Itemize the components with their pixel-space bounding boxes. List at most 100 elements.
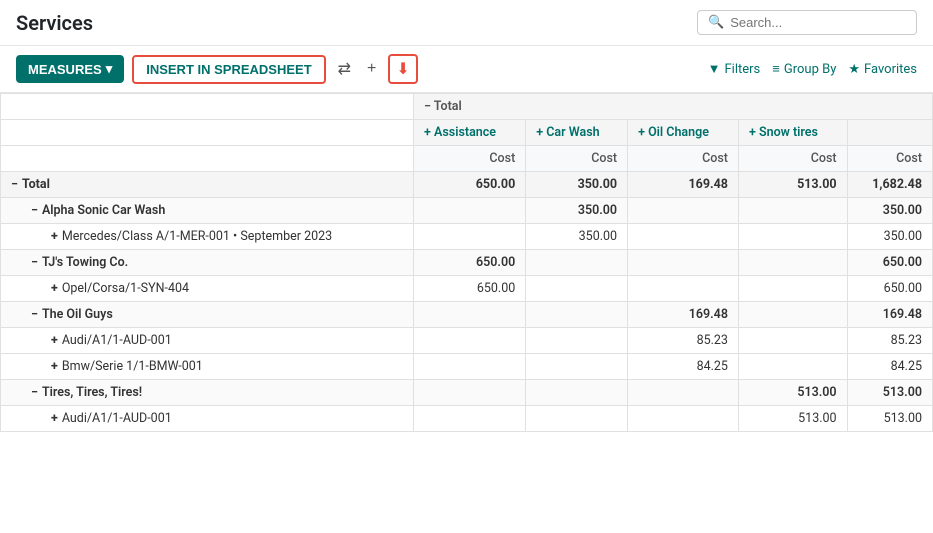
- page-header: Services 🔍: [0, 0, 933, 46]
- snowtires-value: [738, 302, 847, 328]
- oilchange-value: [628, 198, 739, 224]
- pivot-table: − Total + Assistance + Car Wash + Oil Ch…: [0, 93, 933, 432]
- download-icon[interactable]: ⬇: [388, 54, 417, 84]
- row-label: +Audi/A1/1-AUD-001: [1, 328, 414, 354]
- minus-total-icon: −: [424, 99, 431, 114]
- total-value: 84.25: [847, 354, 932, 380]
- filters-button[interactable]: ▼ Filters: [708, 61, 761, 77]
- oilchange-value: [628, 380, 739, 406]
- table-row: +Audi/A1/1-AUD-001 85.23 85.23: [1, 328, 933, 354]
- minus-icon[interactable]: −: [31, 255, 38, 270]
- total-value: 350.00: [847, 198, 932, 224]
- oilchange-value: [628, 250, 739, 276]
- snowtires-value: [738, 224, 847, 250]
- plus-icon[interactable]: +: [51, 411, 58, 426]
- toolbar: MEASURES ▾ INSERT IN SPREADSHEET ⇄ + ⬇ ▼…: [0, 46, 933, 93]
- assistance-value: 650.00: [414, 172, 526, 198]
- snowtires-value: [738, 198, 847, 224]
- oilchange-value: [628, 406, 739, 432]
- snowtires-value: 513.00: [738, 380, 847, 406]
- assistance-value: 650.00: [414, 250, 526, 276]
- assistance-value: [414, 198, 526, 224]
- group-by-icon: ≡: [772, 61, 780, 77]
- carwash-value: [526, 328, 628, 354]
- carwash-value: [526, 380, 628, 406]
- plus-oilchange-icon: +: [638, 125, 648, 140]
- plus-icon[interactable]: +: [51, 359, 58, 374]
- toolbar-right: ▼ Filters ≡ Group By ★ Favorites: [708, 61, 917, 77]
- table-row: +Opel/Corsa/1-SYN-404 650.00 650.00: [1, 276, 933, 302]
- row-label: −Tires, Tires, Tires!: [1, 380, 414, 406]
- oilchange-value: [628, 276, 739, 302]
- snowtires-value: [738, 354, 847, 380]
- plus-icon[interactable]: +: [51, 281, 58, 296]
- insert-spreadsheet-button[interactable]: INSERT IN SPREADSHEET: [132, 55, 325, 84]
- col-carwash-header: + Car Wash: [526, 120, 628, 146]
- snowtires-value: 513.00: [738, 172, 847, 198]
- col-empty-2: [1, 120, 414, 146]
- search-input[interactable]: [730, 15, 906, 30]
- plus-snowtires-icon: +: [749, 125, 759, 140]
- table-row: −Tires, Tires, Tires! 513.00 513.00: [1, 380, 933, 406]
- plus-carwash-icon: +: [536, 125, 546, 140]
- minus-icon[interactable]: −: [31, 385, 38, 400]
- plus-icon[interactable]: +: [51, 333, 58, 348]
- carwash-value: 350.00: [526, 224, 628, 250]
- add-icon[interactable]: +: [363, 56, 380, 82]
- snowtires-value: [738, 250, 847, 276]
- star-icon: ★: [848, 62, 860, 77]
- row-label: +Bmw/Serie 1/1-BMW-001: [1, 354, 414, 380]
- assistance-value: [414, 302, 526, 328]
- col-cost-3: Cost: [628, 146, 739, 172]
- table-row: −Total 650.00 350.00 169.48 513.00 1,682…: [1, 172, 933, 198]
- row-label: −Alpha Sonic Car Wash: [1, 198, 414, 224]
- col-cost-4: Cost: [738, 146, 847, 172]
- total-value: 650.00: [847, 276, 932, 302]
- minus-icon[interactable]: −: [11, 177, 18, 192]
- assistance-value: [414, 224, 526, 250]
- oilchange-value: 169.48: [628, 172, 739, 198]
- group-by-button[interactable]: ≡ Group By: [772, 61, 836, 77]
- page-title: Services: [16, 11, 93, 35]
- total-value: 350.00: [847, 224, 932, 250]
- carwash-value: [526, 302, 628, 328]
- col-total-sub-header: [847, 120, 932, 146]
- carwash-value: 350.00: [526, 198, 628, 224]
- filter-icon: ▼: [708, 61, 721, 77]
- swap-icon[interactable]: ⇄: [334, 55, 355, 83]
- total-value: 513.00: [847, 380, 932, 406]
- chevron-down-icon: ▾: [106, 61, 113, 77]
- search-box[interactable]: 🔍: [697, 10, 917, 35]
- oilchange-value: [628, 224, 739, 250]
- plus-icon[interactable]: +: [51, 229, 58, 244]
- table-row: +Bmw/Serie 1/1-BMW-001 84.25 84.25: [1, 354, 933, 380]
- row-label: −The Oil Guys: [1, 302, 414, 328]
- minus-icon[interactable]: −: [31, 203, 38, 218]
- measures-button[interactable]: MEASURES ▾: [16, 55, 124, 83]
- carwash-value: [526, 406, 628, 432]
- minus-icon[interactable]: −: [31, 307, 38, 322]
- oilchange-value: 84.25: [628, 354, 739, 380]
- data-table-container: − Total + Assistance + Car Wash + Oil Ch…: [0, 93, 933, 432]
- favorites-button[interactable]: ★ Favorites: [848, 62, 917, 77]
- col-empty-3: [1, 146, 414, 172]
- row-label: −Total: [1, 172, 414, 198]
- assistance-value: [414, 328, 526, 354]
- row-label: +Audi/A1/1-AUD-001: [1, 406, 414, 432]
- total-value: 1,682.48: [847, 172, 932, 198]
- table-row: +Mercedes/Class A/1-MER-001 • September …: [1, 224, 933, 250]
- snowtires-value: [738, 276, 847, 302]
- row-label: −TJ's Towing Co.: [1, 250, 414, 276]
- col-cost-5: Cost: [847, 146, 932, 172]
- carwash-value: [526, 250, 628, 276]
- total-value: 85.23: [847, 328, 932, 354]
- col-cost-2: Cost: [526, 146, 628, 172]
- row-label: +Mercedes/Class A/1-MER-001 • September …: [1, 224, 414, 250]
- assistance-value: [414, 380, 526, 406]
- assistance-value: [414, 354, 526, 380]
- col-cost-1: Cost: [414, 146, 526, 172]
- search-icon: 🔍: [708, 15, 724, 30]
- oilchange-value: 85.23: [628, 328, 739, 354]
- oilchange-value: 169.48: [628, 302, 739, 328]
- col-oilchange-header: + Oil Change: [628, 120, 739, 146]
